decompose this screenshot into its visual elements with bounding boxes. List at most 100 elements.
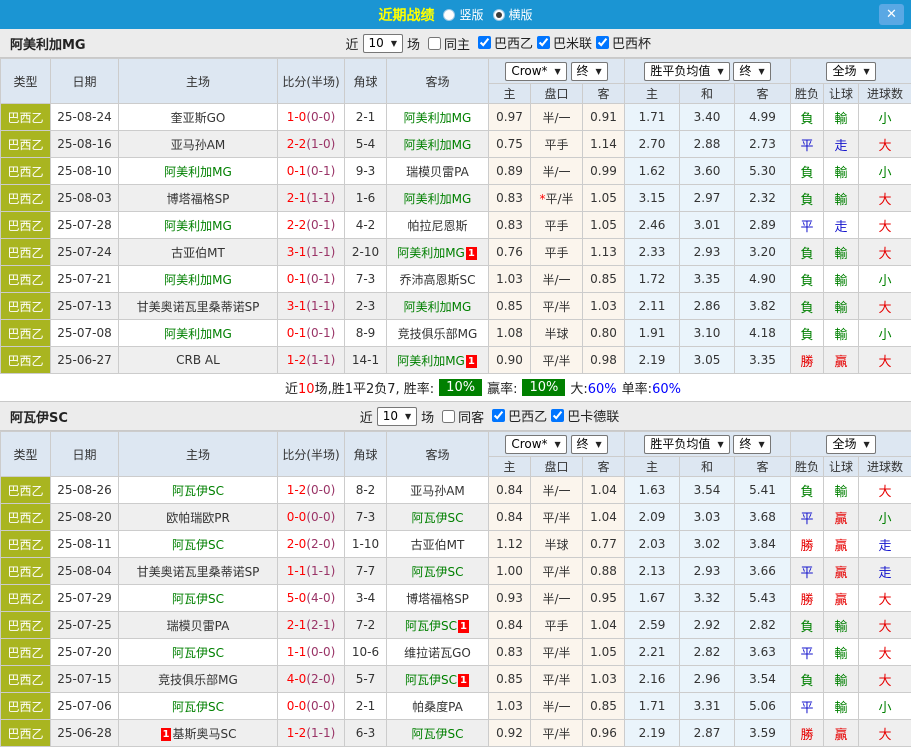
radio-vertical[interactable]: 竖版	[443, 6, 483, 23]
dropdown-arrow-icon: ▼	[555, 64, 561, 79]
odds-company-select[interactable]: Crow*▼	[505, 62, 566, 81]
avg-draw-cell: 3.40	[680, 104, 735, 131]
avg-final-select[interactable]: 终▼	[733, 435, 770, 454]
avg-away-cell: 2.73	[735, 131, 791, 158]
league-type-cell: 巴西乙	[1, 612, 51, 639]
handicap-result-cell: 輸	[824, 185, 859, 212]
goals-result-cell: 大	[859, 477, 911, 504]
home-cell: 阿美利加MG	[119, 158, 278, 185]
home-team-name: 欧帕瑞欧PR	[166, 511, 230, 525]
avg-away-cell: 2.89	[735, 212, 791, 239]
odds-final-select[interactable]: 终▼	[571, 435, 608, 454]
goals-result-cell: 小	[859, 158, 911, 185]
avg-away-cell: 3.82	[735, 293, 791, 320]
table-row: 巴西乙25-07-08阿美利加MG0-1(0-1)8-9竞技俱乐部MG1.08半…	[1, 320, 911, 347]
away-team-name: 瑞模贝雷PA	[406, 165, 469, 179]
league-checkbox[interactable]	[596, 36, 609, 49]
handicap-result-cell: 贏	[824, 720, 859, 747]
away-cell: 阿美利加MG	[387, 185, 489, 212]
away-team-name: 帕桑度PA	[412, 700, 463, 714]
corner-cell: 14-1	[345, 347, 387, 374]
avg-home-cell: 2.70	[625, 131, 680, 158]
score-cell: 2-1(1-1)	[278, 185, 345, 212]
handicap-cell: 半/一	[531, 585, 583, 612]
col-avg-away: 客	[735, 84, 791, 104]
summary-stats: 近10场,胜1平2负7, 胜率: 10% 赢率: 10% 大:60% 单率:60…	[0, 374, 911, 402]
col-away: 客场	[387, 59, 489, 104]
league-checkbox[interactable]	[478, 36, 491, 49]
match-count-select[interactable]: 10 ▼	[377, 407, 417, 426]
odds-company-select[interactable]: Crow*▼	[505, 435, 566, 454]
match-count-select[interactable]: 10 ▼	[363, 34, 403, 53]
close-button[interactable]: ✕	[879, 4, 904, 25]
odds-final-select[interactable]: 终▼	[571, 62, 608, 81]
col-away: 客场	[387, 432, 489, 477]
league-checkbox[interactable]	[492, 409, 505, 422]
col-avg-home: 主	[625, 84, 680, 104]
halftime-score: (0-0)	[306, 483, 335, 497]
home-cell: 亚马孙AM	[119, 131, 278, 158]
date-cell: 25-08-16	[51, 131, 119, 158]
away-team-name: 亚马孙AM	[410, 484, 465, 498]
home-cell: 瑞模贝雷PA	[119, 612, 278, 639]
home-team-name: 阿瓦伊SC	[172, 484, 224, 498]
avg-away-cell: 5.30	[735, 158, 791, 185]
avg-select[interactable]: 胜平负均值▼	[644, 435, 729, 454]
avg-draw-cell: 2.93	[680, 558, 735, 585]
radio-horizontal[interactable]: 横版	[493, 6, 533, 23]
odds-away-cell: 1.04	[583, 612, 625, 639]
fulltime-score: 2-0	[287, 537, 307, 551]
same-venue-checkbox[interactable]	[428, 37, 441, 50]
avg-home-cell: 2.13	[625, 558, 680, 585]
corner-cell: 5-7	[345, 666, 387, 693]
result-cell: 負	[791, 185, 824, 212]
odds-group-header: Crow*▼ 终▼	[489, 59, 625, 84]
col-handicap: 盘口	[531, 457, 583, 477]
league-checkbox[interactable]	[551, 409, 564, 422]
radio-vertical-icon	[443, 9, 455, 21]
result-cell: 負	[791, 477, 824, 504]
away-cell: 竞技俱乐部MG	[387, 320, 489, 347]
avg-home-cell: 1.72	[625, 266, 680, 293]
avg-away-cell: 4.99	[735, 104, 791, 131]
col-handicap: 盘口	[531, 84, 583, 104]
table-row: 巴西乙25-08-20欧帕瑞欧PR0-0(0-0)7-3阿瓦伊SC0.84平/半…	[1, 504, 911, 531]
handicap-result-cell: 輸	[824, 477, 859, 504]
handicap-result-cell: 輸	[824, 239, 859, 266]
avg-draw-cell: 3.60	[680, 158, 735, 185]
table-row: 巴西乙25-08-24奎亚斯GO1-0(0-0)2-1阿美利加MG0.97半/一…	[1, 104, 911, 131]
avg-final-select[interactable]: 终▼	[733, 62, 770, 81]
fulltime-score: 0-0	[287, 510, 307, 524]
handicap-cell: 半/一	[531, 477, 583, 504]
home-team-name: 阿美利加MG	[164, 327, 232, 341]
fullmatch-select[interactable]: 全场▼	[826, 435, 875, 454]
dropdown-arrow-icon: ▼	[405, 409, 411, 424]
same-venue-checkbox[interactable]	[442, 410, 455, 423]
score-cell: 4-0(2-0)	[278, 666, 345, 693]
table-row: 巴西乙25-06-281基斯奥马SC1-2(1-1)6-3阿瓦伊SC0.92平/…	[1, 720, 911, 747]
col-type: 类型	[1, 432, 51, 477]
league-filter-label: 巴西乙	[508, 406, 547, 425]
result-cell: 負	[791, 158, 824, 185]
avg-away-cell: 3.20	[735, 239, 791, 266]
league-filter-label: 巴卡德联	[567, 406, 619, 425]
corner-cell: 8-2	[345, 477, 387, 504]
recent-results-panel: 近期战绩 竖版 横版 ✕ 阿美利加MG 近 10 ▼ 场 同主	[0, 0, 911, 752]
league-type-cell: 巴西乙	[1, 666, 51, 693]
away-team-name: 阿瓦伊SC	[412, 727, 464, 741]
fullmatch-select[interactable]: 全场▼	[826, 62, 875, 81]
odds-home-cell: 0.83	[489, 185, 531, 212]
fulltime-score: 1-2	[287, 353, 307, 367]
results-table: 类型 日期 主场 比分(半场) 角球 客场 Crow*▼ 终▼ 胜平负均值▼ 终…	[0, 431, 911, 747]
avg-away-cell: 3.66	[735, 558, 791, 585]
odds-away-cell: 0.88	[583, 558, 625, 585]
date-cell: 25-07-20	[51, 639, 119, 666]
away-cell: 阿瓦伊SC	[387, 720, 489, 747]
handicap-cell: 平/半	[531, 347, 583, 374]
league-checkbox[interactable]	[537, 36, 550, 49]
home-team-name: 甘美奥诺瓦里桑蒂诺SP	[137, 300, 260, 314]
league-type-cell: 巴西乙	[1, 104, 51, 131]
away-cell: 帕桑度PA	[387, 693, 489, 720]
results-table: 类型 日期 主场 比分(半场) 角球 客场 Crow*▼ 终▼ 胜平负均值▼ 终…	[0, 58, 911, 374]
avg-select[interactable]: 胜平负均值▼	[644, 62, 729, 81]
